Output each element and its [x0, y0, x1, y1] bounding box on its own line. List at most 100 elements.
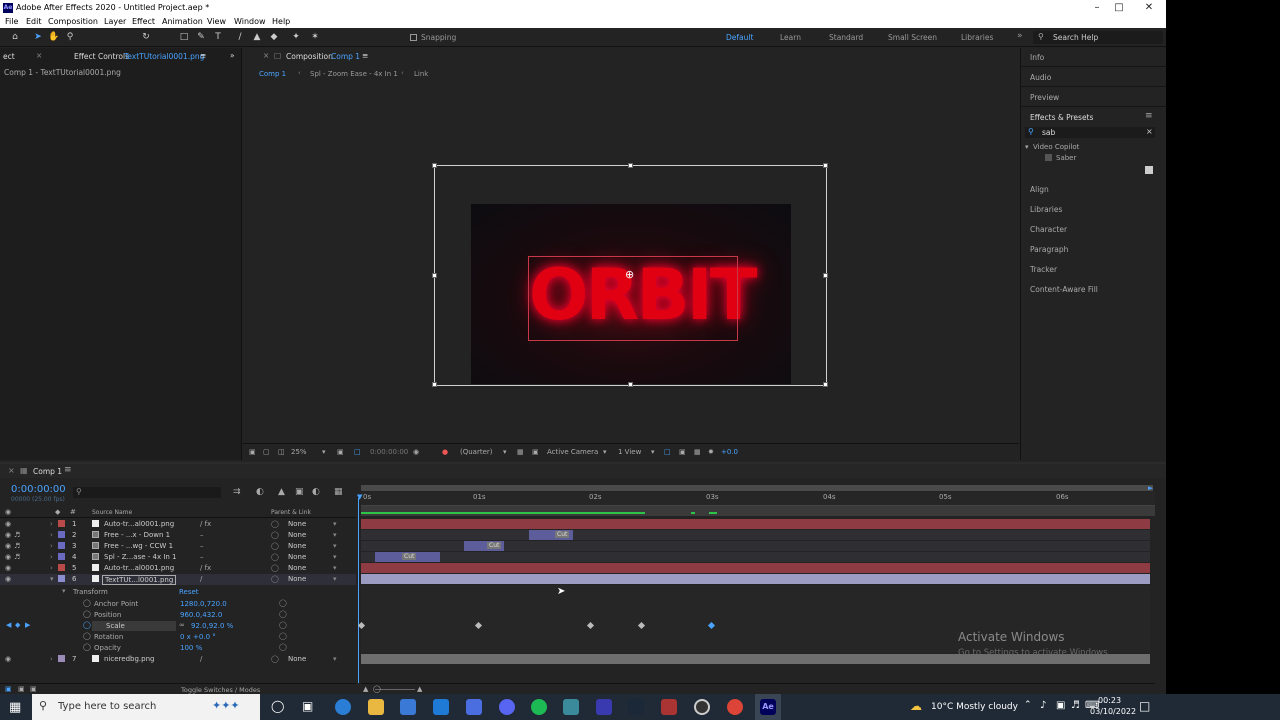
layer-switches-icon[interactable]: /	[200, 655, 202, 663]
current-time-display[interactable]: 0:00:00:00	[11, 484, 66, 495]
zoom-out-icon[interactable]: ▲	[363, 685, 368, 693]
keyframe-add-icon[interactable]: ◆	[15, 621, 20, 629]
selection-tool-icon[interactable]: ➤	[32, 31, 44, 43]
parent-dropdown[interactable]: None	[288, 520, 306, 528]
task-view-icon[interactable]: ▣	[302, 699, 313, 713]
layer-switches-icon[interactable]: / fx	[200, 520, 211, 528]
parent-dropdown[interactable]: None	[288, 564, 306, 572]
stopwatch-active-icon[interactable]: ◯	[83, 621, 91, 629]
frame-blending-icon[interactable]: ▣	[295, 487, 304, 497]
volume-icon[interactable]: ♬	[1071, 700, 1080, 711]
shy-layers-icon[interactable]: ▲	[278, 487, 285, 497]
scale-value[interactable]: 92.0,92.0 %	[191, 622, 233, 630]
align-panel-tab[interactable]: Align	[1030, 185, 1049, 194]
project-tab-stub[interactable]: ect	[3, 52, 15, 61]
fit-icon[interactable]: ▣	[337, 448, 344, 456]
chevron-right-icon[interactable]: ›	[50, 542, 53, 550]
layer-row[interactable]: ◉ › 5 Auto-tr...al0001.png / fx ◯ None ▾	[0, 563, 356, 574]
transform-handle[interactable]	[628, 163, 633, 168]
pickwhip-icon[interactable]: ◯	[271, 520, 279, 528]
layer-bar[interactable]: Cut	[464, 541, 504, 551]
rectangle-tool-icon[interactable]: □	[178, 31, 190, 43]
tracker-panel-tab[interactable]: Tracker	[1030, 265, 1057, 274]
exposure-value[interactable]: +0.0	[721, 448, 738, 456]
discord-icon[interactable]	[499, 699, 515, 715]
app-icon[interactable]	[661, 699, 677, 715]
layer-switches-icon[interactable]: –	[200, 553, 204, 561]
layer-bar[interactable]	[361, 519, 1150, 529]
search-help-field[interactable]: ⚲ Search Help	[1033, 31, 1163, 44]
weather-icon[interactable]: ☁	[910, 699, 922, 713]
color-channel-icon[interactable]: ●	[442, 448, 448, 456]
draft-3d-icon[interactable]: ◐	[256, 487, 264, 497]
pickwhip-icon[interactable]: ◯	[271, 531, 279, 539]
flowchart-precomp[interactable]: Spl - Zoom Ease - 4x In 1	[310, 70, 398, 78]
transform-handle[interactable]	[628, 382, 633, 387]
motion-blur-icon[interactable]: ◐	[312, 487, 320, 497]
menu-layer[interactable]: Layer	[104, 17, 126, 26]
transparency-grid-icon[interactable]: ▦	[517, 448, 524, 456]
file-explorer-icon[interactable]	[368, 699, 384, 715]
spotify-icon[interactable]	[531, 699, 547, 715]
layer-bar[interactable]: Cut	[529, 530, 573, 540]
pickwhip-icon[interactable]: ◯	[279, 621, 287, 629]
parent-link-header[interactable]: Parent & Link	[271, 509, 311, 516]
obs-icon[interactable]	[694, 699, 710, 715]
zoom-slider-handle-icon[interactable]: ◯	[373, 685, 381, 693]
layer-switches-icon[interactable]: / fx	[200, 564, 211, 572]
pickwhip-icon[interactable]: ◯	[271, 575, 279, 583]
always-preview-icon[interactable]: ▣	[249, 448, 256, 456]
layer-bar[interactable]	[361, 563, 1150, 573]
home-icon[interactable]: ⌂	[9, 31, 21, 43]
layer-name[interactable]: Free - ...x - Down 1	[104, 531, 170, 539]
layer-name[interactable]: Spl - Z...ase - 4x In 1	[104, 553, 177, 561]
chevron-right-icon[interactable]: ›	[50, 520, 53, 528]
workspace-learn[interactable]: Learn	[780, 33, 801, 42]
chevron-right-icon[interactable]: ›	[50, 564, 53, 572]
effect-controls-file[interactable]: TextTUtorial0001.png	[124, 52, 204, 61]
maximize-icon[interactable]: □	[1106, 1, 1132, 14]
chevron-right-icon[interactable]: ›	[50, 531, 53, 539]
transform-handle[interactable]	[823, 273, 828, 278]
zoom-dropdown[interactable]: 25%	[291, 448, 307, 456]
app-icon[interactable]	[466, 699, 482, 715]
menu-view[interactable]: View	[207, 17, 226, 26]
parent-dropdown[interactable]: None	[288, 553, 306, 561]
layer-bar[interactable]: Cut	[375, 552, 440, 562]
playhead-handle-icon[interactable]: ▼	[357, 493, 362, 501]
comp-mini-flowchart-icon[interactable]: ⇉	[233, 487, 241, 497]
panel-overflow-icon[interactable]: »	[230, 51, 235, 60]
new-folder-icon[interactable]	[1145, 166, 1153, 174]
layer-switches-icon[interactable]: /	[200, 575, 202, 583]
work-area-bar[interactable]	[361, 485, 1153, 491]
parent-dropdown[interactable]: None	[288, 575, 306, 583]
layer-bar-selected[interactable]	[361, 574, 1150, 584]
panel-menu-icon[interactable]: ≡	[200, 51, 206, 60]
close-icon[interactable]: ×	[36, 51, 42, 60]
audio-panel-tab[interactable]: Audio	[1030, 73, 1051, 82]
in-out-pane-icon[interactable]: ▣	[30, 685, 37, 693]
eraser-icon[interactable]: ◆	[268, 31, 280, 43]
workspace-libraries[interactable]: Libraries	[961, 33, 993, 42]
toggle-pixel-aspect-icon[interactable]: □	[664, 448, 671, 456]
timecode-display[interactable]: 0:00:00:00	[370, 448, 408, 456]
eye-icon[interactable]: ◉	[5, 520, 11, 528]
taskbar-search-box[interactable]: ⚲ Type here to search ✦✦✦	[32, 694, 260, 720]
camera-dropdown[interactable]: Active Camera	[547, 448, 598, 456]
layer-bounding-box[interactable]	[432, 163, 828, 387]
tray-chevron-icon[interactable]: ⌃	[1024, 700, 1032, 710]
zoom-tool-icon[interactable]: ⚲	[64, 31, 76, 43]
paragraph-panel-tab[interactable]: Paragraph	[1030, 245, 1068, 254]
network-icon[interactable]: ▣	[1056, 700, 1065, 711]
fast-previews-icon[interactable]: ▣	[679, 448, 686, 456]
layer-name[interactable]: TextTUt...l0001.png	[102, 575, 177, 585]
view-layout-dropdown[interactable]: 1 View	[618, 448, 641, 456]
region-of-interest-icon[interactable]: □	[354, 448, 361, 456]
steam-icon[interactable]	[628, 699, 644, 715]
chevron-right-icon[interactable]: ›	[50, 655, 53, 663]
pickwhip-icon[interactable]: ◯	[279, 643, 287, 651]
eye-icon[interactable]: ◉	[5, 531, 11, 539]
panel-menu-icon[interactable]: ≡	[64, 465, 72, 475]
opacity-value[interactable]: 100 %	[180, 644, 202, 652]
layer-label-color[interactable]	[58, 531, 65, 538]
